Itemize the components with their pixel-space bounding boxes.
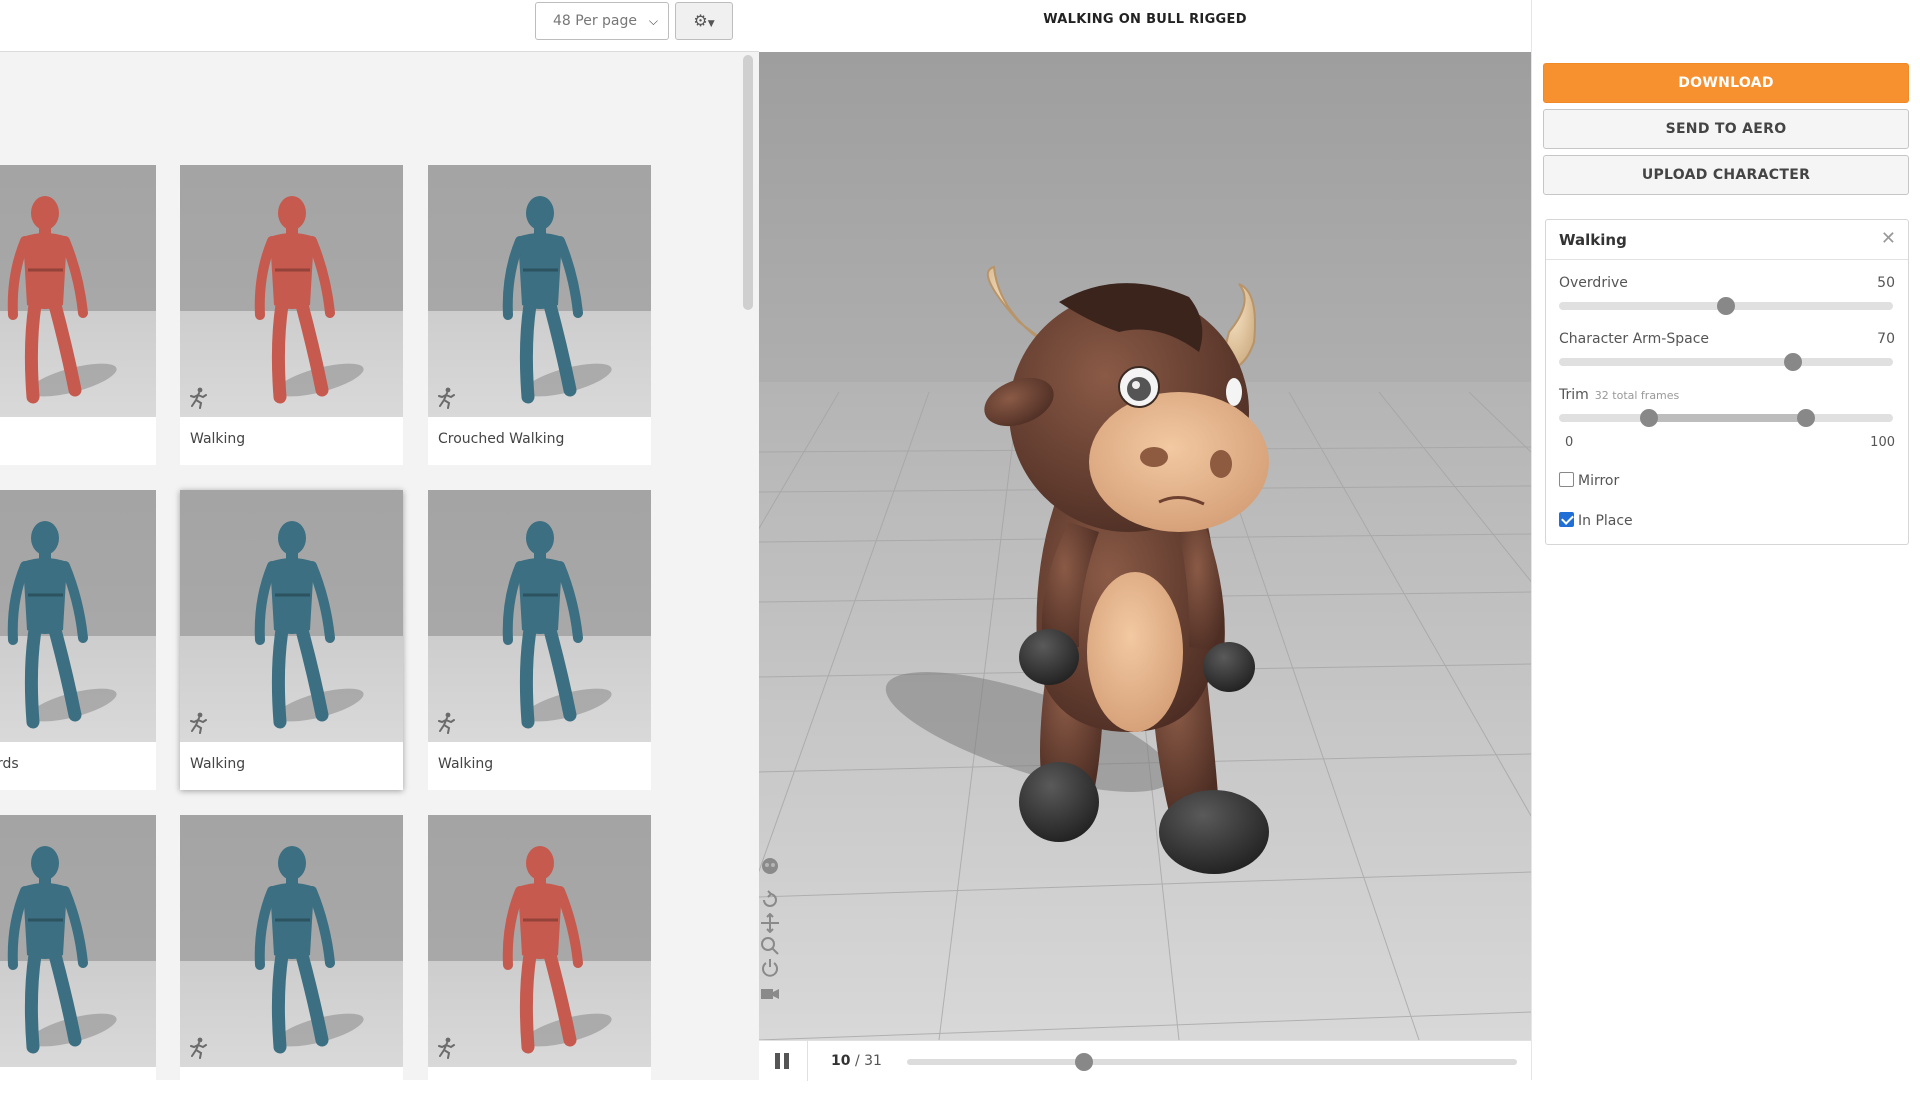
settings-title: Walking: [1559, 231, 1627, 249]
animation-thumbnail: [0, 165, 156, 417]
pause-button[interactable]: [775, 1053, 791, 1069]
settings-header: Walking ✕: [1546, 220, 1908, 260]
running-man-icon: [438, 712, 455, 734]
trim-min-label: 0: [1565, 435, 1574, 450]
animation-card[interactable]: Walking: [428, 490, 651, 790]
close-icon[interactable]: ✕: [1881, 228, 1896, 249]
playback-bar: 10 / 31: [759, 1040, 1531, 1081]
pause-icon: [775, 1053, 780, 1069]
caret-down-icon: ▼: [707, 19, 715, 29]
overdrive-slider-thumb[interactable]: [1717, 297, 1735, 315]
mirror-checkbox[interactable]: [1559, 472, 1574, 487]
mannequin-figure: [502, 521, 612, 729]
animation-card-label: Walking: [190, 756, 246, 772]
animation-thumbnail: [428, 490, 651, 742]
mannequin-figure: [7, 196, 117, 404]
pause-icon-bar: [784, 1053, 789, 1069]
animation-settings-panel: Walking ✕ Overdrive 50 Character Arm-Spa…: [1545, 219, 1909, 545]
trim-title: Trim: [1559, 387, 1589, 403]
animation-card[interactable]: [0, 165, 156, 465]
mannequin-figure: [7, 521, 117, 729]
pan-icon[interactable]: [759, 913, 781, 933]
timeline-slider[interactable]: [907, 1053, 1517, 1071]
running-man-icon: [190, 712, 207, 734]
trim-start-thumb[interactable]: [1640, 409, 1659, 427]
overdrive-value: 50: [1877, 275, 1895, 291]
browser-toolbar: 48 Per page ⌵ ⚙▼: [0, 0, 759, 52]
upload-character-button[interactable]: UPLOAD CHARACTER: [1543, 155, 1909, 195]
chevron-down-icon: ⌵: [648, 14, 658, 28]
animation-card[interactable]: Crouched Walking: [428, 165, 651, 465]
mirror-label: Mirror: [1578, 473, 1620, 489]
animation-thumbnail: [0, 815, 156, 1067]
animation-thumbnail: [180, 165, 403, 417]
arm-space-label: Character Arm-Space: [1559, 331, 1710, 347]
animation-thumbnail: [180, 490, 403, 742]
trim-range: [1649, 414, 1807, 422]
animation-card[interactable]: Walking: [180, 490, 403, 790]
mannequin-figure: [254, 521, 364, 729]
viewport-scene: [759, 52, 1531, 1040]
animation-card[interactable]: [0, 815, 156, 1115]
animation-card[interactable]: [180, 815, 403, 1115]
camera-icon[interactable]: [759, 984, 781, 1004]
mannequin-figure: [254, 196, 364, 404]
viewer-title: WALKING ON BULL RIGGED: [759, 0, 1531, 52]
mannequin-figure: [7, 846, 117, 1054]
animation-card[interactable]: Backwards: [0, 490, 156, 790]
arm-space-slider-thumb[interactable]: [1783, 353, 1802, 371]
animation-thumbnail: [428, 165, 651, 417]
running-man-icon: [190, 387, 207, 409]
trim-frames-note: 32 total frames: [1594, 389, 1680, 402]
running-man-icon: [190, 1037, 207, 1059]
mannequin-figure: [502, 846, 612, 1054]
arm-space-value: 70: [1877, 331, 1895, 347]
3d-viewport[interactable]: [759, 52, 1531, 1040]
right-panel: DOWNLOAD SEND TO AERO UPLOAD CHARACTER W…: [1531, 0, 1920, 1080]
mannequin-figure: [254, 846, 364, 1054]
settings-dropdown-button[interactable]: ⚙▼: [675, 2, 733, 40]
gear-icon: ⚙: [693, 11, 708, 30]
per-page-select[interactable]: 48 Per page ⌵: [535, 2, 669, 40]
per-page-value: 48 Per page: [553, 13, 637, 29]
animation-card-label: Walking: [438, 756, 494, 772]
current-frame: 10: [831, 1053, 851, 1069]
animation-thumbnail: [180, 815, 403, 1067]
in-place-label: In Place: [1578, 513, 1633, 529]
animation-thumbnail: [0, 490, 156, 742]
mirror-checkbox-row[interactable]: Mirror: [1559, 472, 1619, 489]
trim-label: Trim 32 total frames: [1559, 387, 1679, 403]
animation-card[interactable]: Walking: [180, 165, 403, 465]
animation-thumbnail: [428, 815, 651, 1067]
overdrive-label: Overdrive: [1559, 275, 1628, 291]
total-frames: / 31: [854, 1053, 882, 1069]
skeleton-icon[interactable]: [759, 857, 781, 877]
animation-card[interactable]: [428, 815, 651, 1115]
running-man-icon: [438, 1037, 455, 1059]
mannequin-figure: [502, 196, 612, 404]
power-icon[interactable]: [759, 958, 781, 978]
trim-max-label: 100: [1870, 435, 1895, 450]
arm-space-slider[interactable]: [1559, 353, 1893, 371]
timeline-thumb[interactable]: [1074, 1053, 1093, 1071]
trim-end-thumb[interactable]: [1797, 409, 1816, 427]
running-man-icon: [438, 387, 455, 409]
frame-counter: 10 / 31: [831, 1053, 882, 1069]
download-button[interactable]: DOWNLOAD: [1543, 63, 1909, 103]
divider: [807, 1041, 808, 1081]
animation-card-label: Crouched Walking: [438, 431, 565, 447]
animation-browser: 48 Per page ⌵ ⚙▼ Walking Crouched Walking…: [0, 0, 759, 1115]
rotate-icon[interactable]: [759, 890, 781, 910]
animation-card-label: Walking: [190, 431, 246, 447]
in-place-checkbox-row[interactable]: In Place: [1559, 512, 1633, 529]
animation-card-label: Backwards: [0, 756, 19, 772]
browser-scrollbar[interactable]: [743, 55, 753, 310]
send-to-aero-button[interactable]: SEND TO AERO: [1543, 109, 1909, 149]
zoom-icon[interactable]: [759, 936, 781, 956]
overdrive-slider[interactable]: [1559, 297, 1893, 315]
trim-slider[interactable]: [1559, 409, 1893, 427]
in-place-checkbox[interactable]: [1559, 512, 1574, 527]
